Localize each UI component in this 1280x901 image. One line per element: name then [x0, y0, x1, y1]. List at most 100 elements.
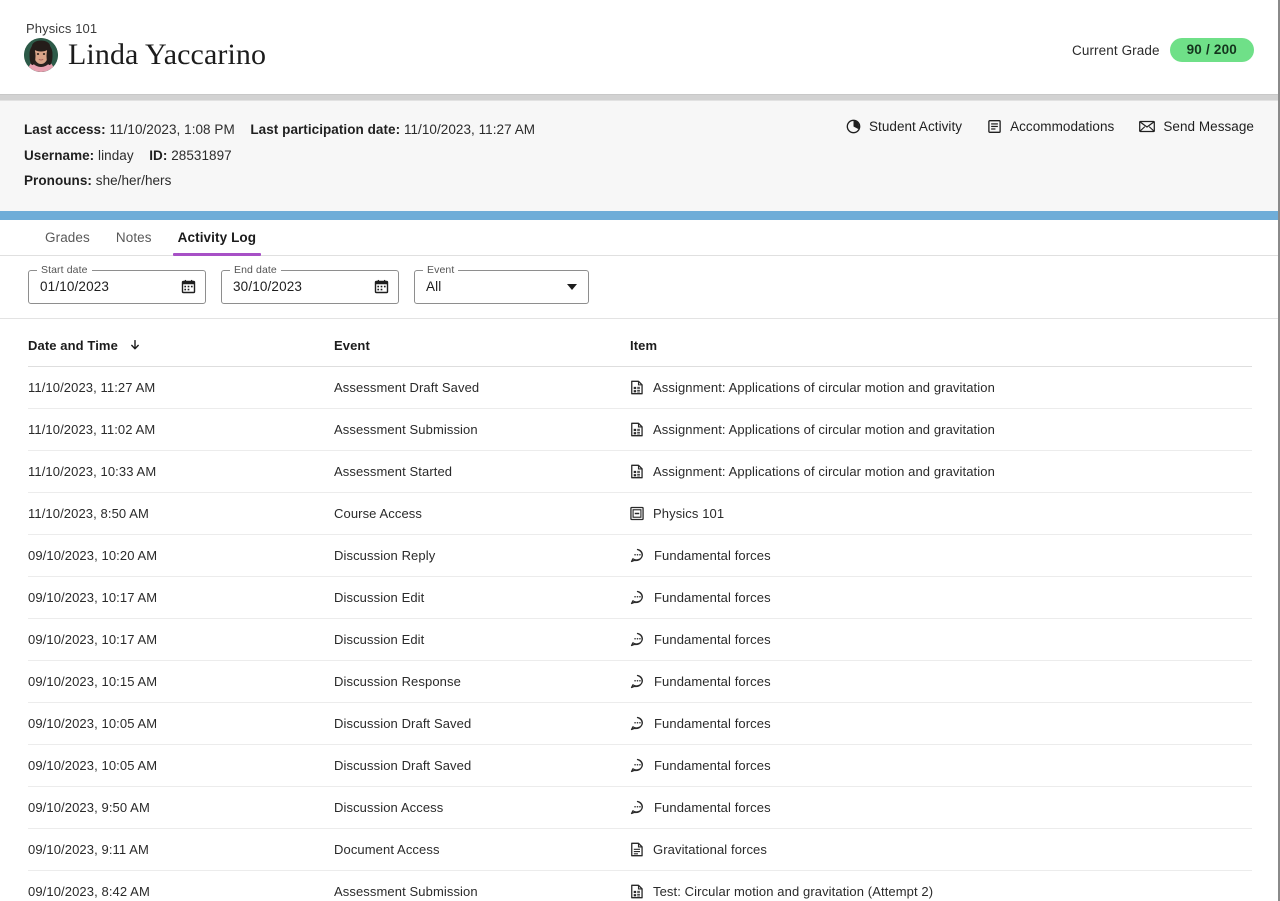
cell-datetime: 09/10/2023, 9:50 AM [28, 786, 334, 829]
item-label: Fundamental forces [654, 673, 771, 689]
access-info-line: Last access: 11/10/2023, 1:08 PM Last pa… [24, 117, 846, 143]
id-value: 28531897 [171, 147, 232, 163]
table-row[interactable]: 09/10/2023, 10:20 AM Discussion Reply Fund… [28, 534, 1252, 577]
tab-activity-log[interactable]: Activity Log [165, 230, 269, 256]
item-label: Fundamental forces [654, 799, 771, 815]
student-info-details: Last access: 11/10/2023, 1:08 PM Last pa… [24, 117, 846, 194]
course-icon [630, 506, 644, 521]
username-value: linday [98, 147, 134, 163]
avatar[interactable] [24, 38, 58, 72]
table-row[interactable]: 11/10/2023, 8:50 AM Course Access Physics … [28, 492, 1252, 535]
document-icon [630, 842, 644, 857]
item-label: Fundamental forces [654, 757, 771, 773]
cell-datetime: 11/10/2023, 11:02 AM [28, 408, 334, 451]
accommodations-button[interactable]: Accommodations [987, 119, 1114, 134]
discussion-icon [630, 548, 645, 563]
discussion-icon [630, 716, 645, 731]
end-date-field[interactable]: End date 30/10/2023 [221, 263, 399, 304]
cell-event: Course Access [334, 492, 630, 535]
tab-notes[interactable]: Notes [103, 230, 165, 255]
last-access-label: Last access: [24, 122, 106, 137]
tab-bar: Grades Notes Activity Log [0, 219, 1278, 256]
table-row[interactable]: 09/10/2023, 10:05 AM Discussion Draft Sav… [28, 702, 1252, 745]
cell-item: Fundamental forces [630, 576, 1252, 619]
cell-item: Fundamental forces [630, 618, 1252, 661]
student-activity-label: Student Activity [868, 119, 963, 134]
cell-item: Fundamental forces [630, 786, 1252, 829]
cell-event: Discussion Response [334, 660, 630, 703]
assignment-icon [631, 380, 643, 394]
item-label: Fundamental forces [654, 631, 771, 647]
send-message-button[interactable]: Send Message [1139, 119, 1254, 134]
document-list-icon [987, 119, 1002, 134]
item-label: Assignment: Applications of circular mot… [653, 379, 995, 395]
table-row[interactable]: 09/10/2023, 10:17 AM Discussion Edit Funda… [28, 618, 1252, 661]
table-row[interactable]: 09/10/2023, 9:50 AM Discussion Access Fund… [28, 786, 1252, 829]
document-icon [631, 842, 643, 856]
last-access-value: 11/10/2023, 1:08 PM [109, 122, 235, 137]
column-header-date-and-time[interactable]: Date and Time [28, 318, 334, 367]
header-divider [0, 94, 1278, 101]
chevron-down-icon[interactable] [567, 283, 579, 290]
envelope-icon [1139, 119, 1156, 134]
cell-event: Assessment Submission [334, 870, 630, 901]
column-header-event[interactable]: Event [334, 318, 630, 367]
discussion-icon [630, 590, 643, 604]
table-row[interactable]: 09/10/2023, 10:17 AM Discussion Edit Funda… [28, 576, 1252, 619]
cell-event: Discussion Draft Saved [334, 702, 630, 745]
table-row[interactable]: 09/10/2023, 10:05 AM Discussion Draft Sav… [28, 744, 1252, 787]
table-row[interactable]: 11/10/2023, 11:27 AM Assessment Draft Sav… [28, 366, 1252, 409]
table-row[interactable]: 09/10/2023, 8:42 AM Assessment Submission… [28, 870, 1252, 901]
end-date-input[interactable]: 30/10/2023 [233, 279, 374, 294]
student-name-row: Linda Yaccarino [24, 38, 266, 72]
cell-event: Discussion Access [334, 786, 630, 829]
cell-event: Assessment Started [334, 450, 630, 493]
event-filter-select[interactable]: Event All [414, 263, 589, 304]
discussion-icon [630, 758, 645, 773]
item-label: Assignment: Applications of circular mot… [653, 421, 995, 437]
cell-event: Discussion Draft Saved [334, 744, 630, 787]
student-activity-button[interactable]: Student Activity [846, 119, 962, 134]
current-grade-badge: 90 / 200 [1169, 38, 1254, 62]
student-info-panel: Last access: 11/10/2023, 1:08 PM Last pa… [0, 101, 1278, 211]
table-row[interactable]: 09/10/2023, 10:15 AM Discussion Response F… [28, 660, 1252, 703]
table-row[interactable]: 11/10/2023, 10:33 AM Assessment Started As… [28, 450, 1252, 493]
calendar-icon[interactable] [181, 279, 196, 294]
event-filter-legend: Event [423, 263, 459, 276]
cell-item: Assignment: Applications of circular mot… [630, 408, 1252, 451]
cell-datetime: 09/10/2023, 10:20 AM [28, 534, 334, 577]
start-date-input[interactable]: 01/10/2023 [40, 279, 181, 294]
discussion-icon [630, 674, 645, 689]
student-identity: Physics 101 Linda Yaccarino [24, 0, 266, 72]
item-label: Fundamental forces [654, 715, 771, 731]
discussion-icon [630, 548, 643, 562]
send-message-label: Send Message [1163, 119, 1254, 134]
start-date-field[interactable]: Start date 01/10/2023 [28, 263, 206, 304]
id-label: ID: [149, 147, 168, 163]
item-label: Assignment: Applications of circular mot… [653, 463, 995, 479]
table-row[interactable]: 09/10/2023, 9:11 AM Document Access Gravit… [28, 828, 1252, 871]
calendar-icon[interactable] [374, 279, 389, 294]
cell-datetime: 09/10/2023, 8:42 AM [28, 870, 334, 901]
table-row[interactable]: 11/10/2023, 11:02 AM Assessment Submissio… [28, 408, 1252, 451]
cell-datetime: 09/10/2023, 10:17 AM [28, 576, 334, 619]
cell-item: Assignment: Applications of circular mot… [630, 366, 1252, 409]
cell-event: Document Access [334, 828, 630, 871]
cell-datetime: 09/10/2023, 9:11 AM [28, 828, 334, 871]
section-accent-bar [0, 210, 1278, 220]
username-label: Username: [24, 147, 95, 163]
sort-descending-icon[interactable] [130, 339, 140, 354]
student-activity-log-page: Physics 101 Linda Yaccarino Current Grad… [0, 0, 1280, 901]
cell-item: Fundamental forces [630, 744, 1252, 787]
column-header-item[interactable]: Item [630, 318, 1252, 367]
current-grade-group: Current Grade 90 / 200 [1072, 0, 1254, 62]
event-filter-value: All [426, 279, 442, 294]
course-icon [630, 506, 644, 520]
course-label: Physics 101 [26, 21, 98, 36]
cell-event: Assessment Draft Saved [334, 366, 630, 409]
cell-item: Gravitational forces [630, 828, 1252, 871]
tab-grades[interactable]: Grades [32, 230, 103, 255]
page-title: Linda Yaccarino [68, 38, 267, 71]
item-label: Gravitational forces [653, 841, 767, 857]
pronouns-label: Pronouns: [24, 173, 92, 188]
